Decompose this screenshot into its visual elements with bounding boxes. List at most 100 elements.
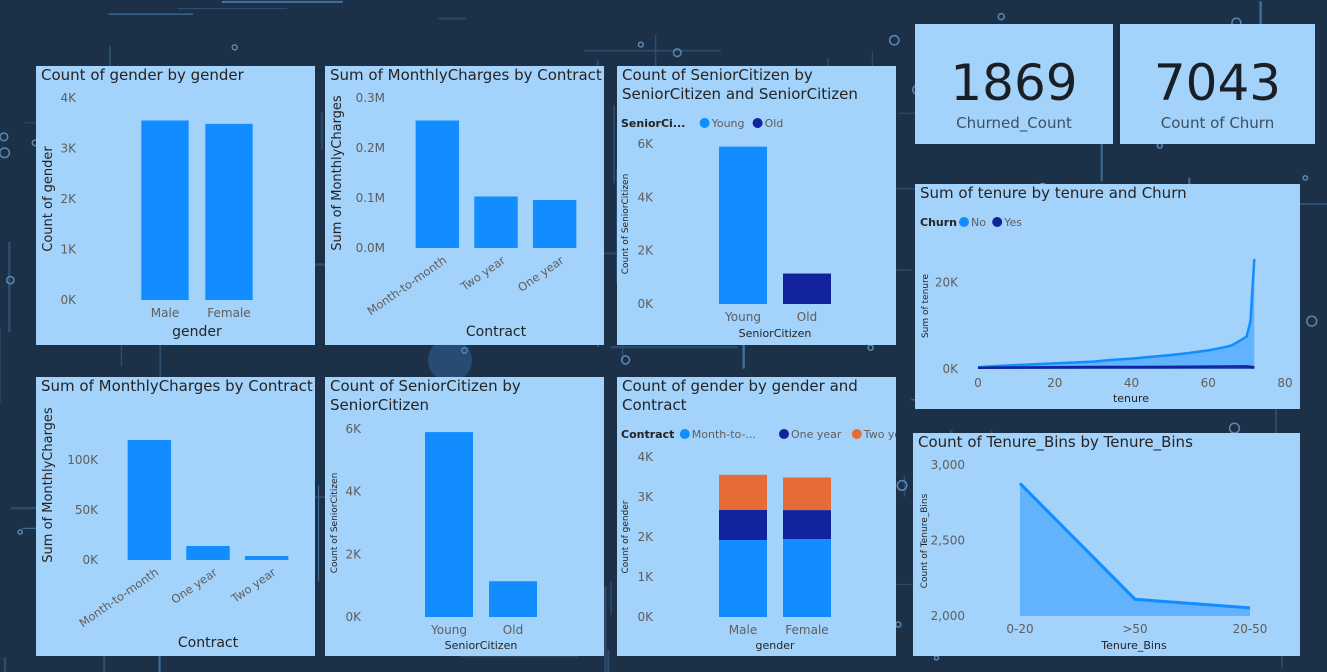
legend-title: Contract: [621, 428, 674, 441]
bar: [532, 200, 577, 248]
bar: [127, 440, 172, 560]
chart-card-senior-plain[interactable]: Count of SeniorCitizen by SeniorCitizen 0K…: [325, 377, 604, 656]
y-axis-label: Count of SeniorCitizen: [621, 174, 631, 275]
chart-card-gender[interactable]: Count of gender by gender 0K 1K 2K 3K 4K Count…: [36, 66, 315, 345]
x-tick-label: Old: [797, 310, 817, 324]
chart-card-tenure-churn[interactable]: Sum of tenure by tenure and Churn Churn No…: [915, 184, 1300, 409]
y-tick-label: 2,500: [931, 534, 965, 548]
y-tick-label: 6K: [637, 137, 654, 151]
x-tick-label: 60: [1201, 376, 1216, 390]
y-tick-label: 4K: [345, 485, 362, 499]
x-tick-label: Young: [430, 623, 467, 637]
chart-title: Count of gender by gender and: [622, 377, 858, 395]
y-axis-label: Sum of tenure: [921, 273, 931, 338]
bar: [141, 120, 189, 300]
bar: [425, 432, 473, 617]
x-tick-label: Two year: [228, 565, 279, 606]
series-line: [977, 365, 1255, 369]
legend-label: No: [971, 216, 986, 229]
bar: [244, 556, 289, 560]
chart-title: Count of SeniorCitizen by: [330, 377, 521, 395]
y-tick-label: 3K: [637, 490, 654, 504]
bar: [415, 120, 460, 248]
y-tick-label: 50K: [75, 503, 99, 517]
chart-card-tenure-bins[interactable]: Count of Tenure_Bins by Tenure_Bins 2,000…: [913, 433, 1300, 656]
x-axis-label: tenure: [1113, 392, 1149, 405]
legend-marker: [779, 429, 789, 439]
bar-segment: [719, 510, 767, 540]
bar: [719, 146, 767, 304]
y-tick-label: 0K: [637, 297, 654, 311]
y-tick-label: 3K: [60, 142, 77, 156]
chart-monthly-bottom: Sum of MonthlyCharges by Contract 0K 50K 10…: [41, 377, 313, 651]
kpi-label: Churned_Count: [956, 114, 1072, 132]
bar: [186, 546, 230, 560]
chart-title: Sum of MonthlyCharges by Contract: [41, 377, 313, 395]
legend-marker: [699, 118, 710, 128]
y-tick-label: 1K: [637, 570, 654, 584]
bar-segment: [783, 477, 831, 511]
x-tick-label: Old: [503, 623, 523, 637]
chart-senior-legend: Count of SeniorCitizen bySeniorCitizen a…: [621, 66, 858, 340]
legend-label: Old: [765, 117, 784, 130]
kpi-card-churned[interactable]: 1869 Churned_Count: [915, 24, 1113, 144]
chart-monthly-top: Sum of MonthlyCharges by Contract 0.0M 0.1…: [330, 66, 602, 340]
kpi-label: Count of Churn: [1160, 114, 1275, 132]
y-axis-label: Sum of MonthlyCharges: [41, 407, 56, 563]
chart-title: SeniorCitizen: [330, 396, 429, 414]
y-tick-label: 4K: [637, 450, 654, 464]
kpi-value: 7043: [1153, 54, 1282, 112]
legend-marker: [992, 217, 1003, 227]
y-tick-label: 0K: [60, 293, 77, 307]
chart-card-monthly-top[interactable]: Sum of MonthlyCharges by Contract 0.0M 0.1…: [325, 66, 604, 345]
x-tick-label: 0-20: [1006, 622, 1033, 636]
x-tick-label: Month-to-month: [364, 253, 449, 318]
x-tick-label: One year: [515, 253, 566, 295]
legend-title: SeniorCi...: [621, 117, 685, 130]
legend-label: Yes: [1003, 216, 1022, 229]
y-tick-label: 0K: [942, 362, 959, 376]
y-tick-label: 2,000: [931, 609, 965, 623]
x-tick-label: 80: [1277, 376, 1292, 390]
chart-title: SeniorCitizen and SeniorCitizen: [622, 85, 858, 103]
x-tick-label: 20-50: [1233, 622, 1268, 636]
x-tick-label: Male: [151, 306, 179, 320]
x-tick-label: Month-to-month: [76, 565, 161, 630]
legend-label: Two year: [863, 428, 896, 441]
y-tick-label: 2K: [60, 192, 77, 206]
x-tick-label: Two year: [457, 253, 508, 294]
bar-segment: [783, 510, 831, 539]
chart-title: Count of gender by gender: [41, 66, 245, 84]
kpi-card-count[interactable]: 7043 Count of Churn: [1120, 24, 1315, 144]
y-tick-label: 2K: [637, 530, 654, 544]
legend-marker: [851, 429, 862, 439]
bar: [474, 196, 518, 248]
x-axis-label: SeniorCitizen: [739, 327, 812, 340]
chart-title: Sum of tenure by tenure and Churn: [920, 184, 1187, 202]
series-area: [978, 258, 1255, 369]
y-tick-label: 0K: [82, 553, 99, 567]
y-tick-label: 100K: [67, 453, 99, 467]
y-tick-label: 0.0M: [356, 241, 385, 255]
chart-gender: Count of gender by gender 0K 1K 2K 3K 4K Count…: [41, 66, 253, 340]
y-tick-label: 2K: [637, 244, 654, 258]
chart-card-monthly-bottom[interactable]: Sum of MonthlyCharges by Contract 0K 50K 10…: [36, 377, 315, 656]
y-tick-label: 20K: [935, 275, 959, 289]
bar: [783, 273, 831, 304]
chart-tenure-bins: Count of Tenure_Bins by Tenure_Bins 2,000…: [918, 433, 1268, 652]
chart-card-senior-legend[interactable]: Count of SeniorCitizen by SeniorCitizen a…: [617, 66, 896, 345]
legend-title: Churn: [920, 216, 957, 229]
kpi-value: 1869: [950, 54, 1078, 112]
chart-title: Sum of MonthlyCharges by Contract: [330, 66, 602, 84]
x-tick-label: Male: [729, 623, 757, 637]
bar-segment: [719, 474, 767, 510]
legend-marker: [679, 429, 690, 439]
bar: [205, 123, 253, 300]
y-axis-label: Count of gender: [621, 500, 631, 573]
y-tick-label: 4K: [637, 190, 654, 204]
x-tick-label: One year: [168, 565, 219, 607]
y-tick-label: 0.1M: [356, 191, 385, 205]
chart-card-gender-contract[interactable]: Count of gender by gender and Contract Con…: [617, 377, 896, 656]
bar-segment: [719, 540, 767, 617]
y-tick-label: 0.2M: [356, 141, 385, 155]
